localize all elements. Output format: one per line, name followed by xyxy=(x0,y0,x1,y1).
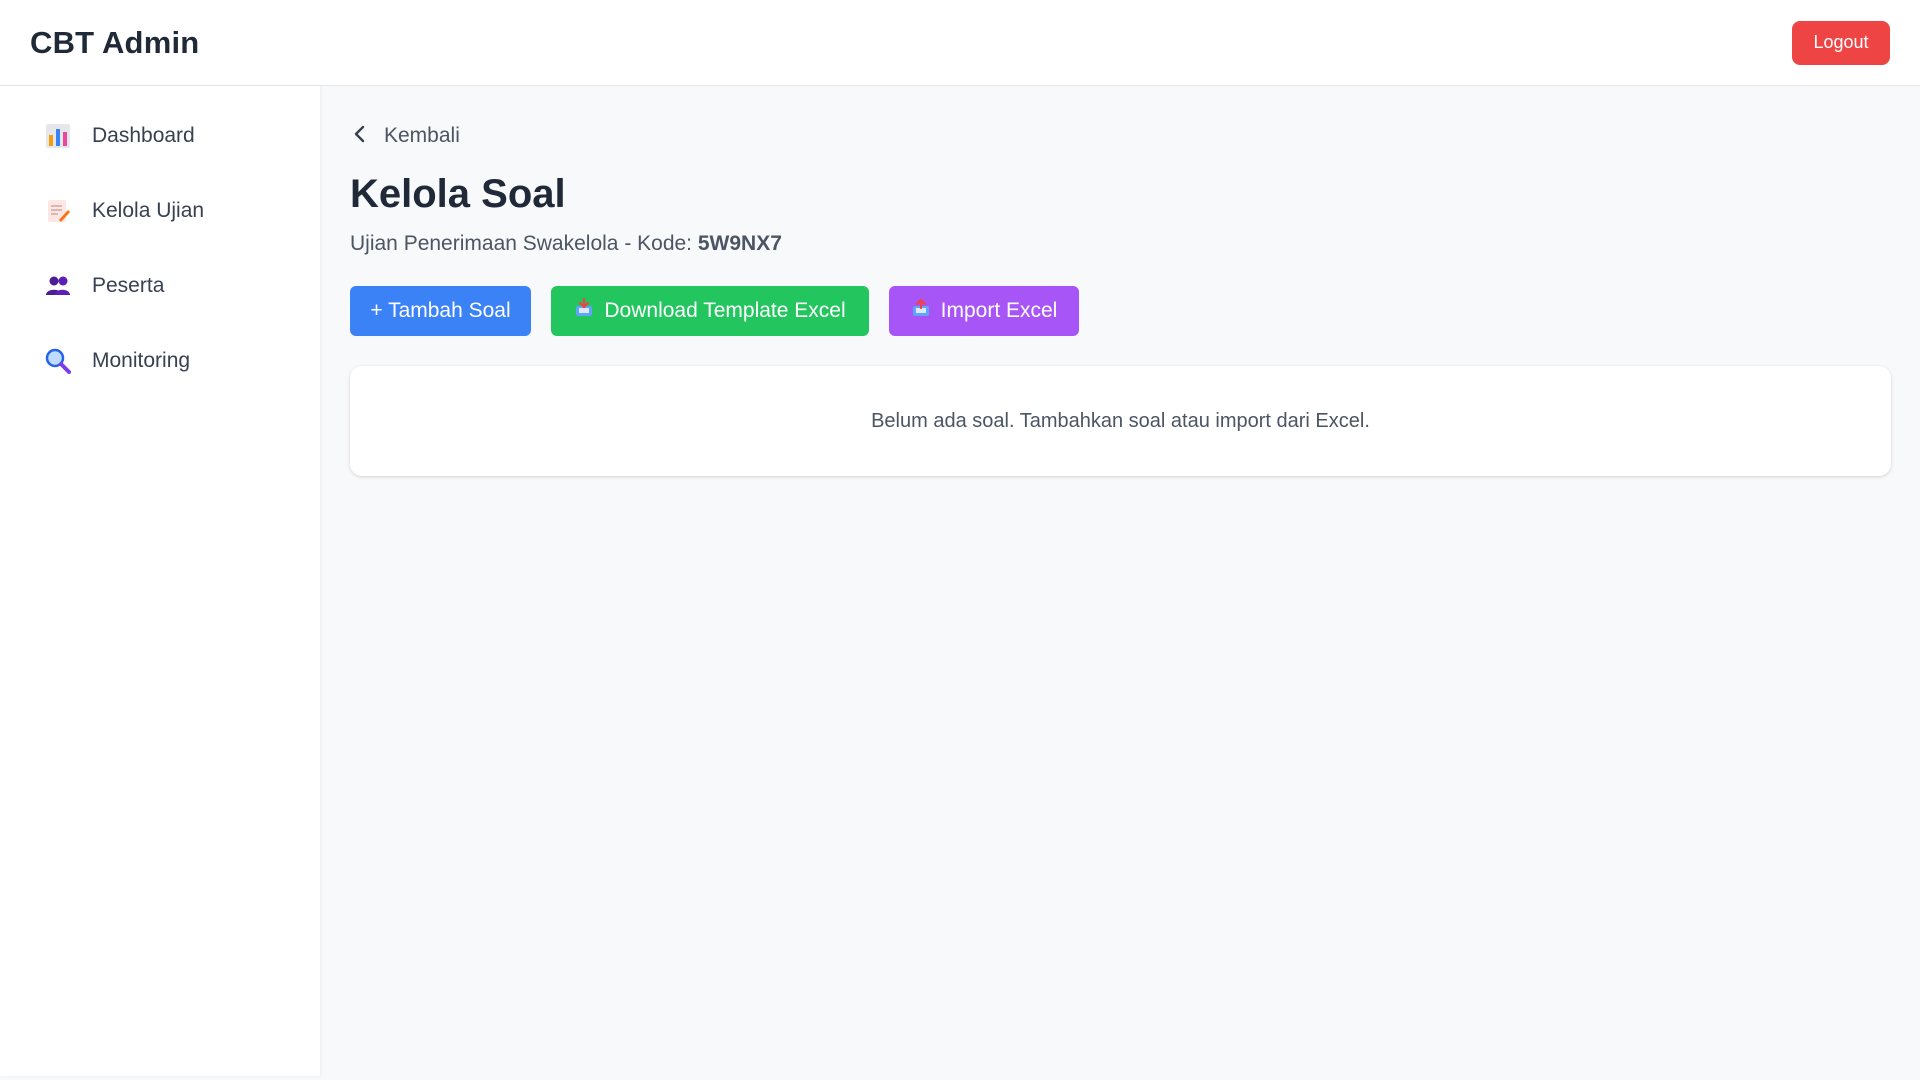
sidebar-item-monitoring[interactable]: Monitoring xyxy=(14,333,306,389)
outbox-tray-icon xyxy=(911,298,941,324)
sidebar-item-label: Monitoring xyxy=(92,349,191,372)
back-label: Kembali xyxy=(384,124,460,147)
sidebar-item-label: Kelola Ujian xyxy=(92,199,205,222)
sidebar-item-label: Peserta xyxy=(92,274,165,297)
sidebar-item-label: Dashboard xyxy=(92,124,195,147)
logout-button[interactable]: Logout xyxy=(1792,20,1890,65)
sidebar-item-kelola-ujian[interactable]: Kelola Ujian xyxy=(14,183,306,239)
download-template-button[interactable]: Download Template Excel xyxy=(551,286,869,336)
action-bar: + Tambah Soal Download Template Excel Im… xyxy=(350,286,1892,336)
import-excel-label: Import Excel xyxy=(940,299,1058,322)
empty-state-message: Belum ada soal. Tambahkan soal atau impo… xyxy=(871,409,1370,432)
top-bar: CBT Admin Logout xyxy=(0,0,1920,86)
page-title: Kelola Soal xyxy=(350,172,566,216)
exam-name: Ujian Penerimaan Swakelola - Kode: xyxy=(350,232,698,255)
back-link[interactable]: Kembali xyxy=(350,116,490,156)
main-content: Kembali Kelola Soal Ujian Penerimaan Swa… xyxy=(350,86,1892,476)
sidebar-item-peserta[interactable]: Peserta xyxy=(14,258,306,314)
inbox-tray-icon xyxy=(574,297,604,324)
memo-icon xyxy=(44,197,72,225)
import-excel-button[interactable]: Import Excel xyxy=(889,286,1079,336)
chevron-left-icon xyxy=(350,123,384,150)
bar-chart-icon xyxy=(44,122,72,150)
magnifier-icon xyxy=(44,347,72,375)
users-icon xyxy=(44,272,72,300)
exam-subtitle: Ujian Penerimaan Swakelola - Kode: 5W9NX… xyxy=(350,230,1892,258)
add-question-label: + Tambah Soal xyxy=(370,299,511,322)
sidebar: Dashboard Kelola Ujian Peserta Monitorin… xyxy=(0,86,320,1076)
add-question-button[interactable]: + Tambah Soal xyxy=(350,286,531,336)
exam-code: 5W9NX7 xyxy=(697,232,782,255)
questions-empty-state: Belum ada soal. Tambahkan soal atau impo… xyxy=(350,366,1891,476)
download-template-label: Download Template Excel xyxy=(604,299,846,322)
sidebar-item-dashboard[interactable]: Dashboard xyxy=(14,108,306,164)
app-title: CBT Admin xyxy=(30,24,200,60)
